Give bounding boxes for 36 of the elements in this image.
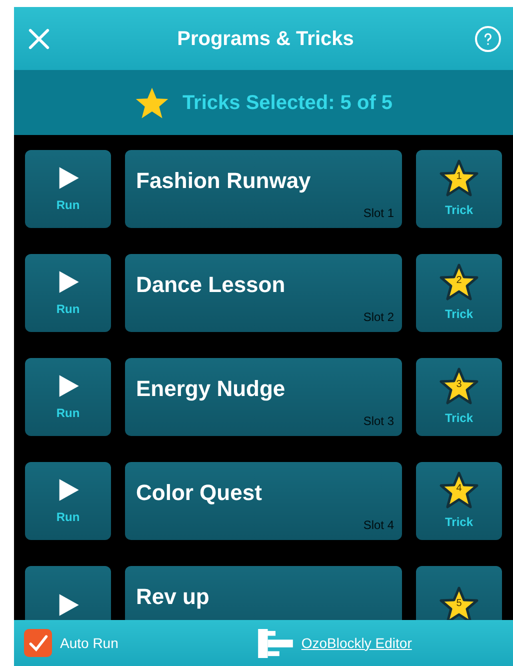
run-button[interactable]: Run [25,254,111,332]
trick-button[interactable]: 1 Trick [416,150,502,228]
star-number: 4 [455,484,463,494]
auto-run-checkbox[interactable] [24,629,52,657]
run-button[interactable]: Run [25,462,111,540]
check-icon [27,632,49,654]
slot-label: Slot 1 [363,205,394,222]
run-button[interactable]: Run [25,150,111,228]
program-card[interactable]: Rev up [125,566,402,620]
tricks-count: Tricks Selected: 5 of 5 [182,90,393,116]
program-card[interactable]: Dance Lesson Slot 2 [125,254,402,332]
program-card[interactable]: Color Quest Slot 4 [125,462,402,540]
program-name: Color Quest [136,479,262,507]
star-number: 5 [455,599,463,609]
slot-label: Slot 4 [363,517,394,534]
run-button[interactable]: Run [25,358,111,436]
program-card[interactable]: Fashion Runway Slot 1 [125,150,402,228]
program-name: Dance Lesson [136,271,286,299]
slot-label: Slot 2 [363,309,394,326]
program-card[interactable]: Energy Nudge Slot 3 [125,358,402,436]
help-button[interactable] [475,26,501,52]
program-name: Rev up [136,583,210,611]
star-number: 3 [455,380,463,390]
program-name: Energy Nudge [136,375,286,403]
trick-button[interactable]: 5 [416,566,502,620]
star-number: 2 [455,276,463,286]
trick-button[interactable]: 4 Trick [416,462,502,540]
trick-button[interactable]: 2 Trick [416,254,502,332]
star-icon [134,86,170,120]
program-name: Fashion Runway [136,167,311,195]
blocks-icon [258,628,294,658]
window-title: Programs & Tricks [176,26,355,52]
slot-label: Slot 3 [363,413,394,430]
trick-button[interactable]: 3 Trick [416,358,502,436]
auto-run-label: Auto Run [60,634,118,652]
star-number: 1 [455,172,463,182]
